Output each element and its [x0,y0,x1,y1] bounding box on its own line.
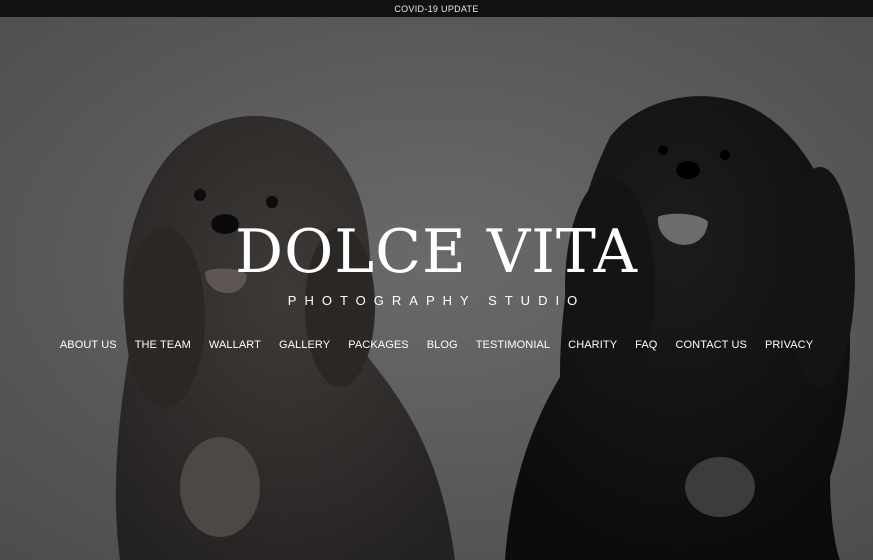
brand-subtitle: PHOTOGRAPHY STUDIO [287,293,586,308]
nav-item-gallery[interactable]: GALLERY [270,339,339,351]
main-nav: ABOUT US THE TEAM WALLART GALLERY PACKAG… [0,339,873,351]
covid-update-bar[interactable]: COVID-19 UPDATE [0,0,873,17]
nav-item-charity[interactable]: CHARITY [559,339,626,351]
nav-item-wallart[interactable]: WALLART [200,339,270,351]
nav-item-the-team[interactable]: THE TEAM [126,339,200,351]
nav-item-faq[interactable]: FAQ [626,339,666,351]
brand-title: DOLCE VITA [234,217,639,287]
hero-section: DOLCE VITA PHOTOGRAPHY STUDIO ABOUT US T… [0,17,873,560]
nav-item-privacy[interactable]: PRIVACY [756,339,822,351]
nav-item-blog[interactable]: BLOG [418,339,467,351]
covid-update-link[interactable]: COVID-19 UPDATE [394,4,478,14]
hero-dogs-photo [0,17,873,560]
nav-item-about-us[interactable]: ABOUT US [51,339,126,351]
nav-item-packages[interactable]: PACKAGES [339,339,418,351]
nav-item-testimonial[interactable]: TESTIMONIAL [467,339,559,351]
nav-item-contact-us[interactable]: CONTACT US [666,339,756,351]
